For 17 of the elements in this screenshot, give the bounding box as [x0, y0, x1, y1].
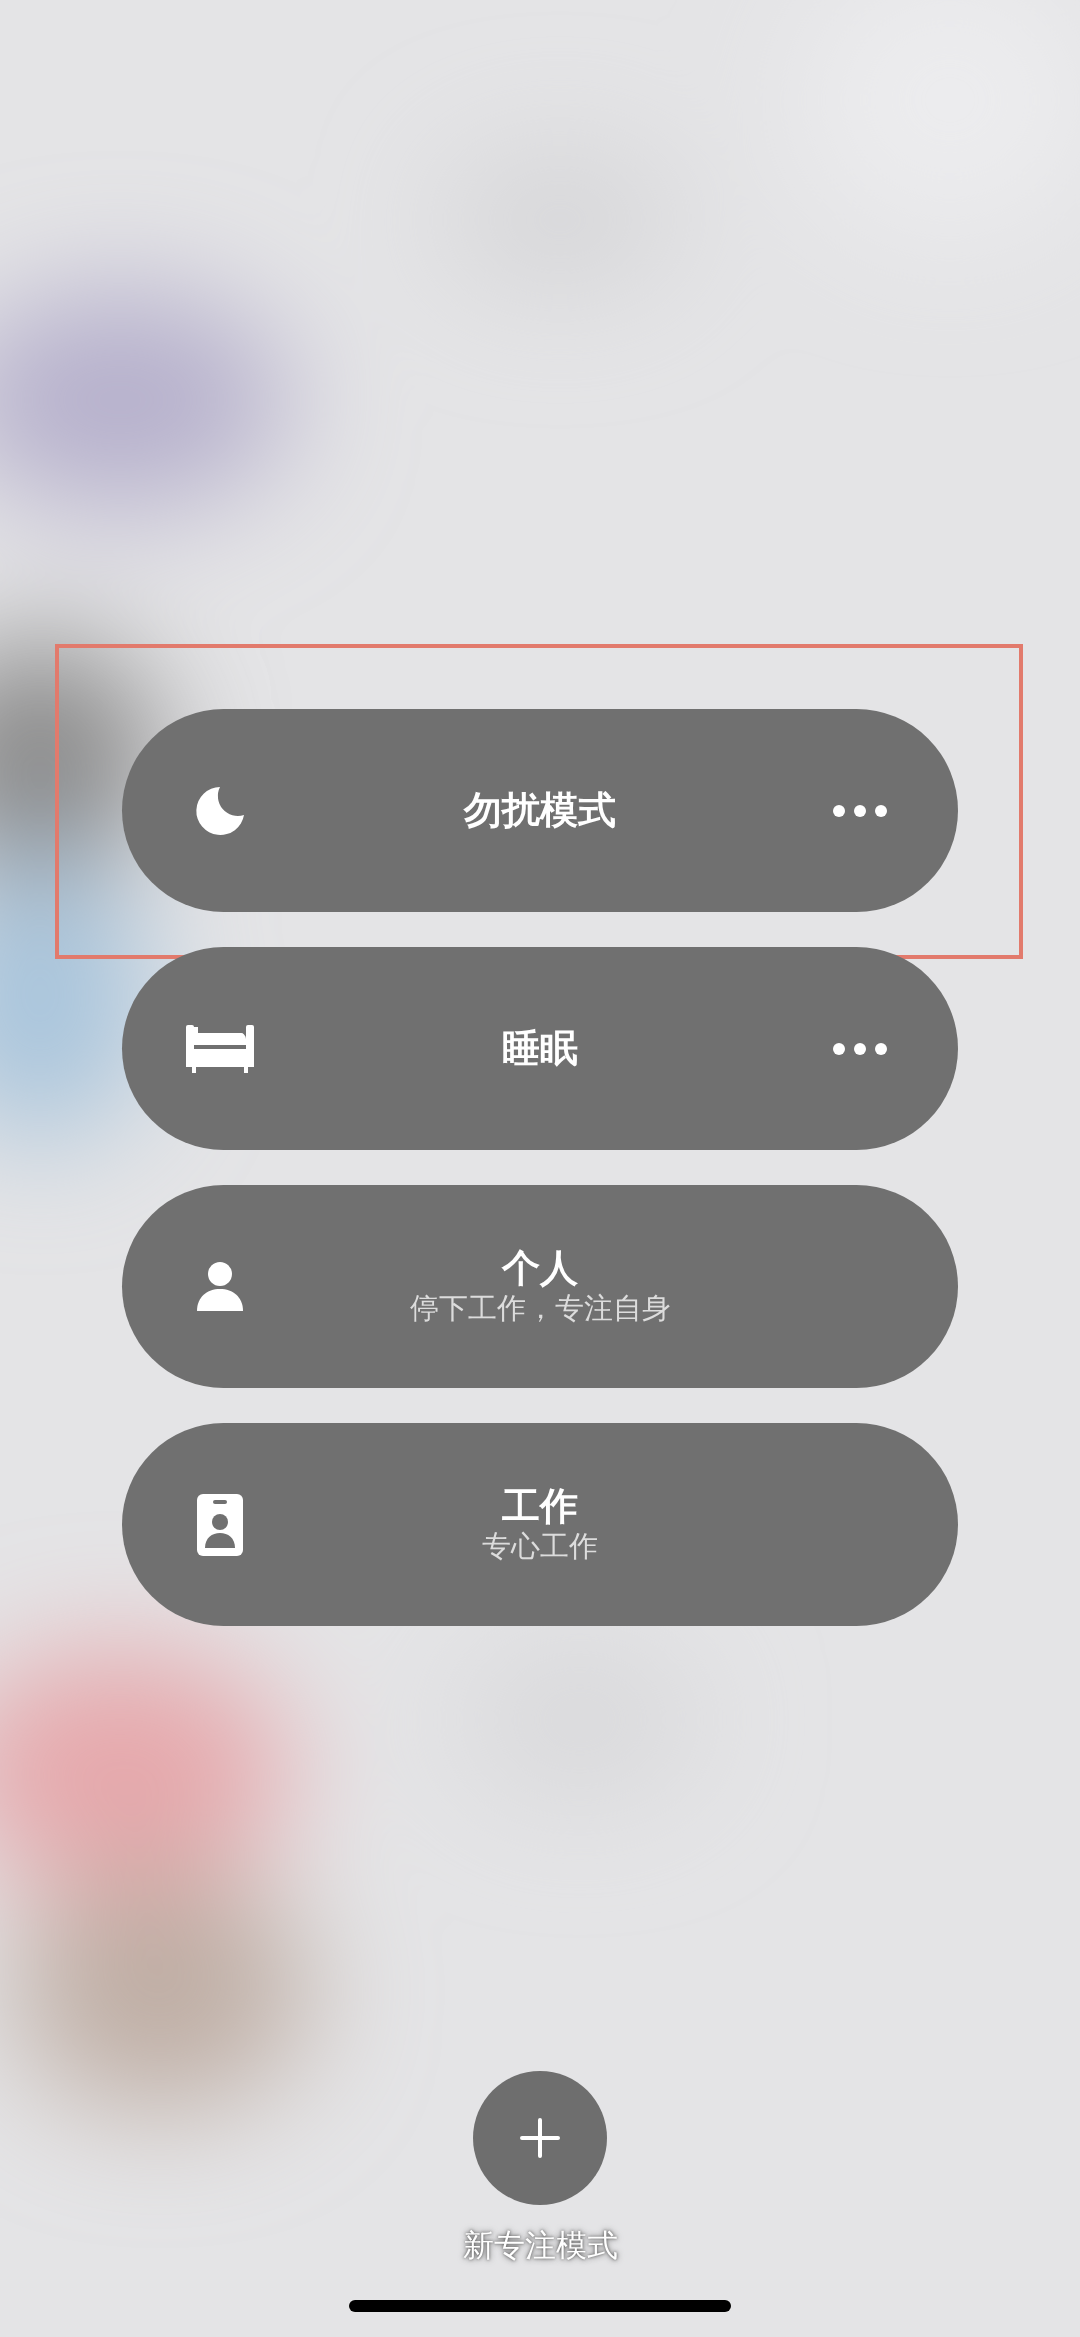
- bed-icon: [184, 1024, 256, 1073]
- mode-title: 工作: [502, 1485, 578, 1529]
- focus-mode-button[interactable]: 个人 停下工作，专注自身: [122, 1185, 958, 1388]
- more-icon[interactable]: [832, 803, 888, 818]
- mode-title: 个人: [502, 1247, 578, 1291]
- mode-subtitle: 停下工作，专注自身: [409, 1290, 671, 1326]
- focus-mode-button[interactable]: 睡眠: [122, 947, 958, 1150]
- new-focus-mode-label: 新专注模式: [462, 2226, 618, 2265]
- mode-subtitle: 专心工作: [482, 1528, 598, 1564]
- plus-icon: [520, 2118, 560, 2158]
- focus-mode-button[interactable]: 勿扰模式: [122, 709, 958, 912]
- mode-title: 勿扰模式: [464, 788, 616, 833]
- person-icon: [195, 1260, 245, 1313]
- focus-mode-button[interactable]: 工作 专心工作: [122, 1423, 958, 1626]
- id-badge-icon: [197, 1493, 243, 1556]
- mode-title: 睡眠: [502, 1026, 578, 1071]
- more-icon[interactable]: [832, 1041, 888, 1056]
